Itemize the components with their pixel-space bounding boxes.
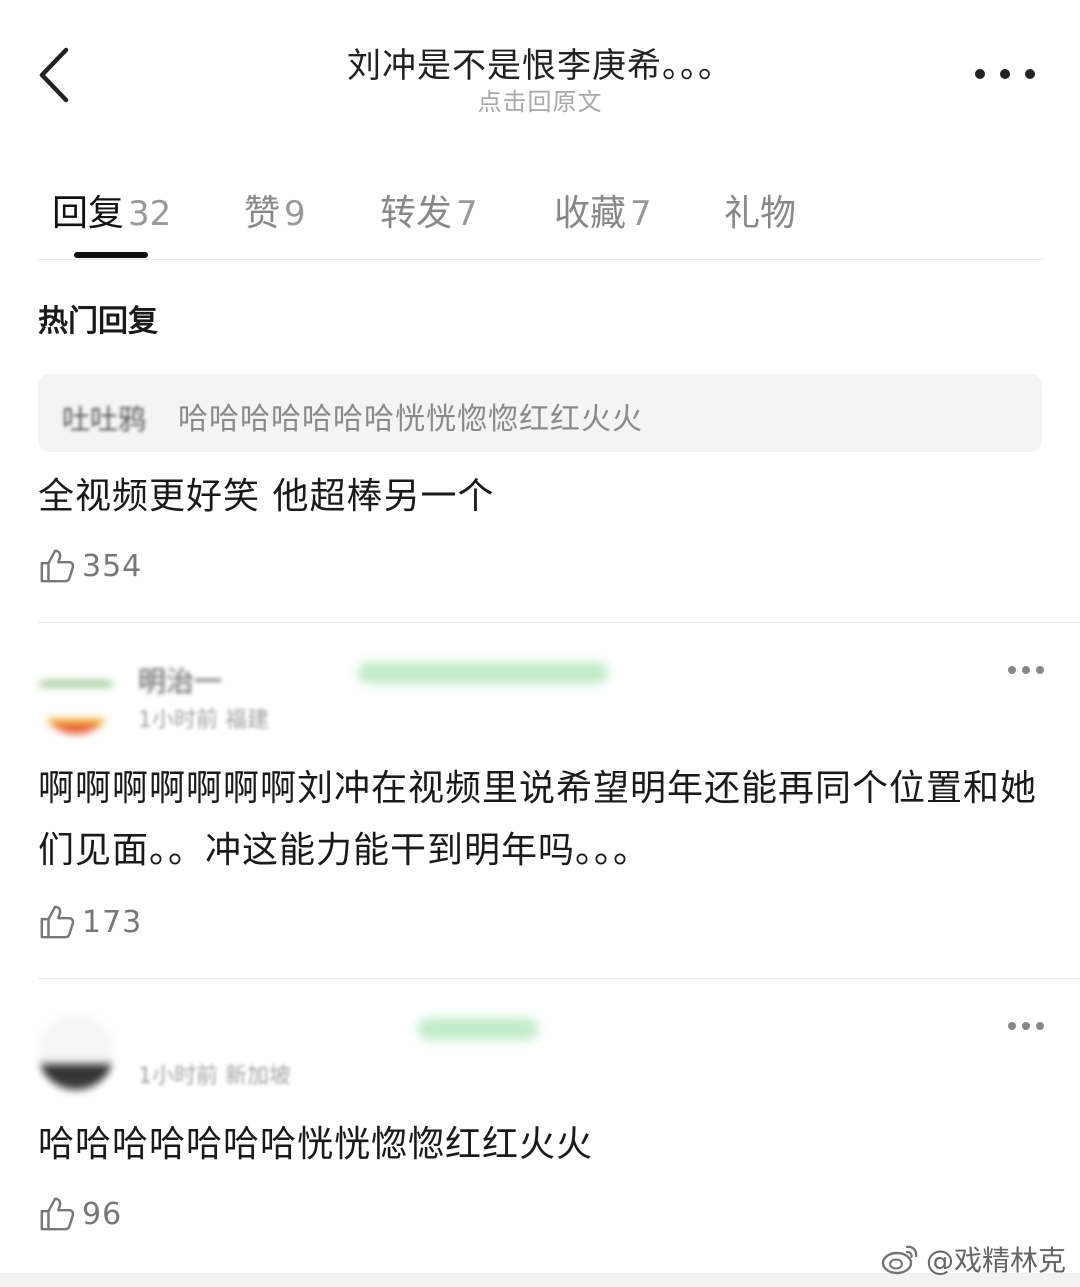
hot-replies-heading: 热门回复 bbox=[38, 304, 158, 339]
quoted-username: 吐吐鸦 bbox=[62, 403, 147, 436]
tab-count: 7 bbox=[630, 194, 652, 234]
tab-label: 收藏 bbox=[554, 193, 627, 234]
avatar[interactable] bbox=[38, 658, 114, 734]
more-icon-dot bbox=[1022, 1022, 1030, 1030]
like-count: 173 bbox=[82, 904, 143, 940]
tab-label: 赞 bbox=[244, 193, 281, 234]
like-button[interactable]: 173 bbox=[38, 900, 142, 944]
tab-reposts[interactable]: 转发 7 bbox=[380, 184, 478, 236]
more-icon-dot bbox=[1036, 666, 1044, 674]
thumbs-up-icon bbox=[40, 905, 75, 939]
tab-bar: 回复 32 赞9 转发 7 收藏 7 礼物 bbox=[38, 170, 1044, 260]
more-options-button[interactable] bbox=[975, 60, 1035, 88]
comment-more-button[interactable] bbox=[1008, 660, 1044, 680]
avatar[interactable] bbox=[38, 1014, 114, 1090]
more-icon-dot bbox=[1008, 666, 1016, 674]
tab-likes[interactable]: 赞9 bbox=[244, 184, 306, 236]
weibo-logo-icon bbox=[881, 1245, 918, 1275]
watermark: @戏精林克 bbox=[880, 1239, 1066, 1279]
tab-label: 礼物 bbox=[724, 193, 797, 234]
comment-author-row: 明治一 1小时前 福建 bbox=[38, 650, 1044, 740]
thumbs-up-icon bbox=[40, 549, 75, 583]
comment-text: 啊啊啊啊啊啊啊刘冲在视频里说希望明年还能再同个位置和她们见面。。冲这能力能干到明… bbox=[38, 768, 1038, 871]
tab-count: 7 bbox=[456, 194, 478, 234]
watermark-text: @戏精林克 bbox=[925, 1244, 1066, 1277]
thumbs-up-icon bbox=[40, 1197, 75, 1231]
nav-header: 刘冲是不是恨李庚希。。。 点击回原文 bbox=[0, 0, 1080, 130]
more-icon-dot bbox=[1022, 666, 1030, 674]
tab-label: 回复 bbox=[52, 193, 125, 234]
tab-count: 32 bbox=[128, 194, 172, 234]
tab-count: 9 bbox=[284, 194, 306, 234]
like-button[interactable]: 354 bbox=[38, 544, 142, 588]
tab-replies[interactable]: 回复 32 bbox=[52, 184, 171, 236]
divider bbox=[38, 622, 1080, 623]
more-icon-dot bbox=[1008, 1022, 1016, 1030]
page-title: 刘冲是不是恨李庚希。。。 bbox=[347, 46, 733, 86]
tab-label: 转发 bbox=[380, 193, 453, 234]
like-count: 354 bbox=[82, 548, 143, 584]
comment-meta: 1小时前 新加坡 bbox=[138, 1064, 291, 1089]
comment-author-row: 1小时前 新加坡 bbox=[38, 1006, 1044, 1096]
more-icon-dot bbox=[1000, 69, 1010, 79]
author-badge bbox=[418, 1018, 538, 1040]
more-icon-dot bbox=[1025, 69, 1035, 79]
active-tab-indicator bbox=[74, 252, 148, 258]
more-icon-dot bbox=[1036, 1022, 1044, 1030]
comment-meta: 1小时前 福建 bbox=[138, 708, 269, 733]
divider bbox=[38, 978, 1080, 979]
tab-gifts[interactable]: 礼物 bbox=[724, 184, 796, 236]
author-name[interactable]: 明治一 bbox=[138, 660, 222, 700]
comment-more-button[interactable] bbox=[1008, 1016, 1044, 1036]
comment-text: 全视频更好笑 他超棒另一个 bbox=[38, 476, 495, 517]
back-to-original-link[interactable]: 点击回原文 bbox=[0, 82, 1080, 117]
like-button[interactable]: 96 bbox=[38, 1192, 122, 1236]
tab-favorites[interactable]: 收藏 7 bbox=[554, 184, 652, 236]
comment-text: 哈哈哈哈哈哈哈恍恍惚惚红红火火 bbox=[38, 1124, 594, 1165]
more-icon-dot bbox=[975, 69, 985, 79]
quoted-reply[interactable]: 吐吐鸦 哈哈哈哈哈哈哈恍恍惚惚红红火火 bbox=[38, 374, 1042, 452]
quoted-text: 哈哈哈哈哈哈哈恍恍惚惚红红火火 bbox=[178, 402, 643, 437]
author-badge bbox=[358, 662, 608, 684]
like-count: 96 bbox=[82, 1196, 123, 1232]
